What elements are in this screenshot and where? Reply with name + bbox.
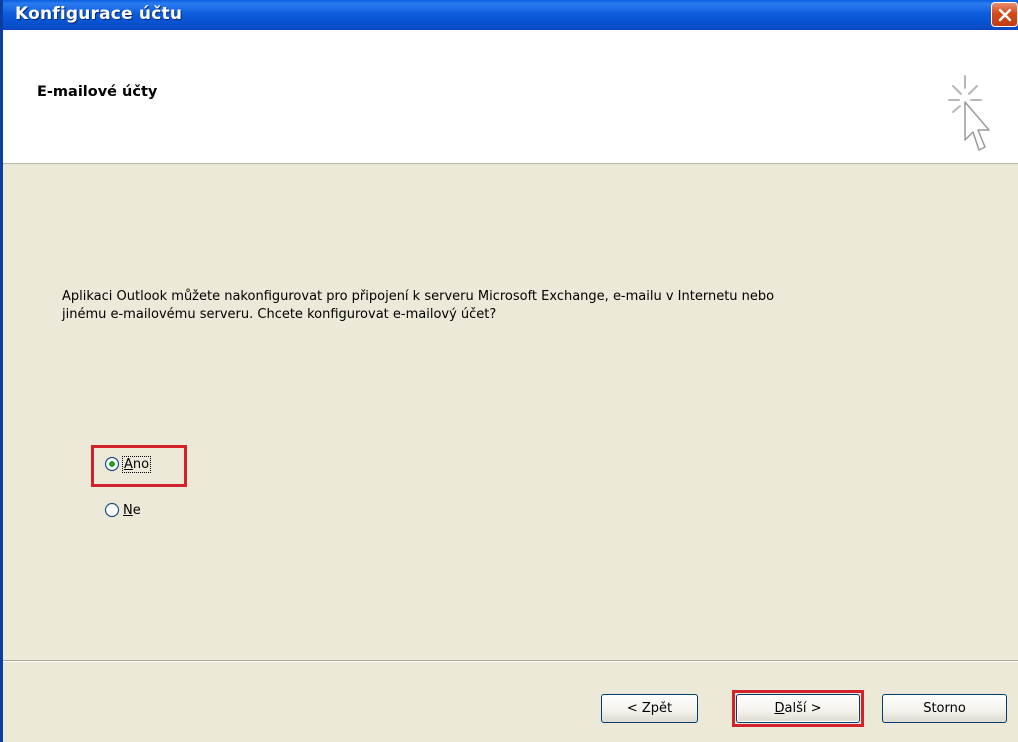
description-text: Aplikaci Outlook můžete nakonfigurovat p…	[62, 289, 775, 322]
account-configuration-window: Konfigurace účtu E-mailové účty Aplikaci…	[0, 0, 1018, 742]
radio-no-label: Ne	[123, 502, 141, 518]
close-icon	[998, 8, 1012, 22]
radio-unselected-icon[interactable]	[104, 502, 120, 518]
title-bar[interactable]: Konfigurace účtu	[3, 0, 1018, 30]
back-button[interactable]: < Zpět	[601, 694, 698, 723]
back-button-label: < Zpět	[626, 701, 673, 716]
radio-option-no[interactable]: Ne	[104, 502, 141, 518]
next-highlight-box	[732, 690, 864, 727]
footer-divider-highlight	[3, 661, 1018, 662]
wizard-cursor-icon	[948, 75, 990, 151]
cancel-button[interactable]: Storno	[882, 694, 1007, 723]
yes-highlight-box	[91, 445, 187, 487]
window-title: Konfigurace účtu	[15, 4, 183, 24]
cancel-button-label: Storno	[923, 701, 966, 716]
page-title: E-mailové účty	[37, 84, 158, 100]
close-button[interactable]	[991, 2, 1018, 27]
wizard-header: E-mailové účty	[3, 30, 1018, 164]
